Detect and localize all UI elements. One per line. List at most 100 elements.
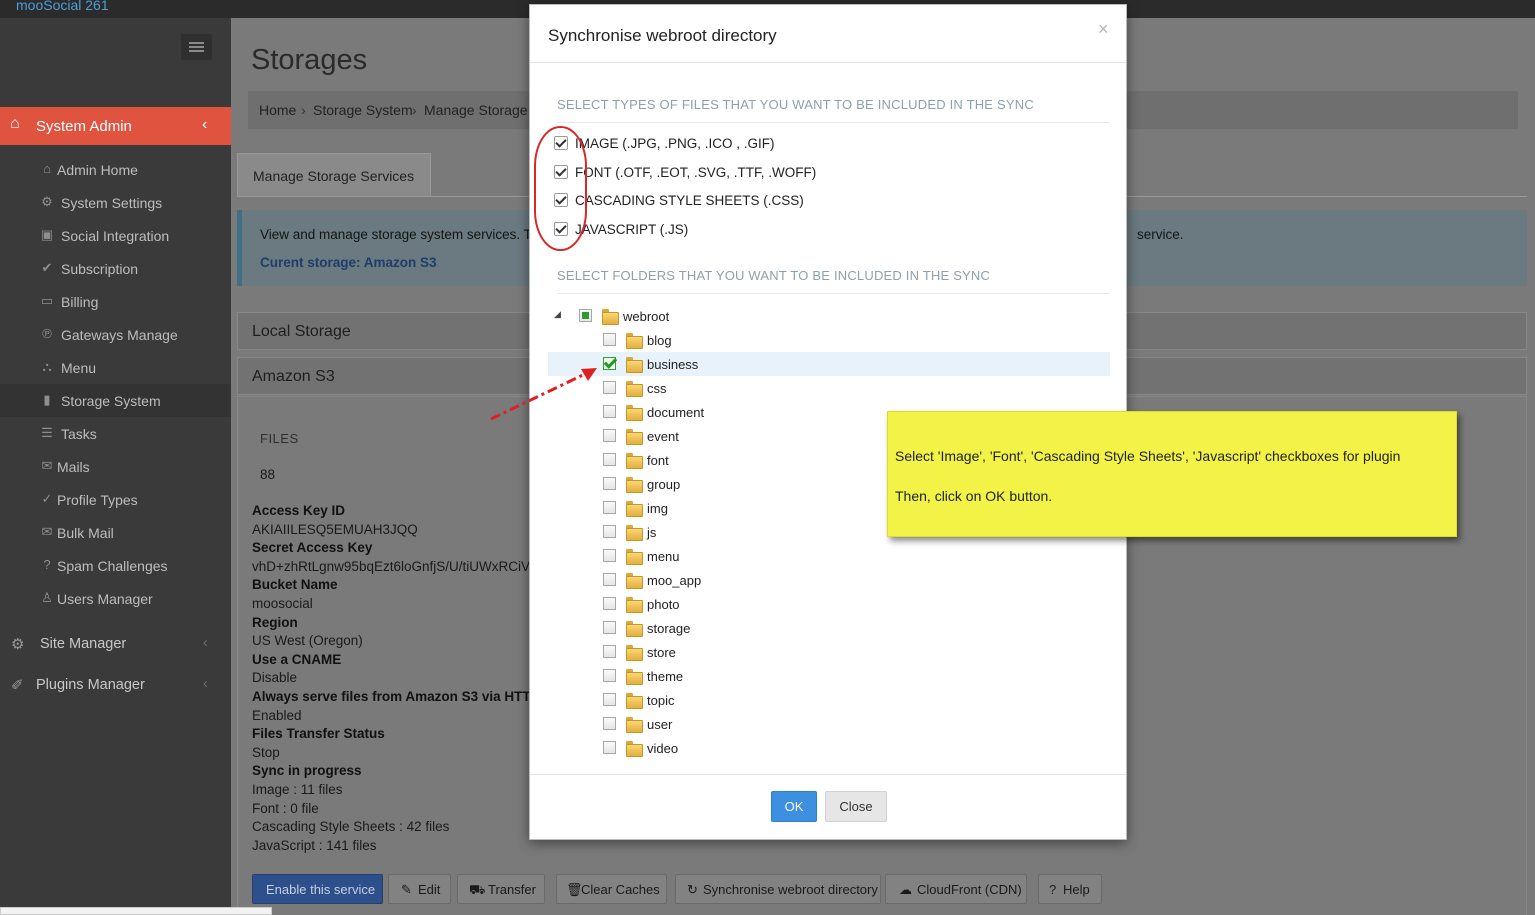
sidebar-group-system-admin[interactable]: ⌂ System Admin ‹ xyxy=(0,107,231,145)
tree-checkbox[interactable] xyxy=(603,549,616,562)
detail-value: Cascading Style Sheets : 42 files xyxy=(252,819,450,835)
folder-icon xyxy=(626,333,643,349)
section-divider xyxy=(557,293,1109,294)
detail-value: vhD+zhRtLgnw95bqEzt6loGnfjS/U/tiUWxRCiVC xyxy=(252,558,540,574)
social-icon: ▣ xyxy=(40,227,54,242)
tree-checkbox[interactable] xyxy=(603,525,616,538)
chevron-left-icon: ‹ xyxy=(203,635,208,651)
breadcrumb-separator: › xyxy=(412,102,417,118)
sidebar-item-admin-home[interactable]: ⌂ Admin Home xyxy=(0,153,231,186)
tree-node-menu[interactable]: menu xyxy=(548,544,1110,568)
chevron-left-icon: ‹ xyxy=(203,676,208,692)
tree-checkbox[interactable] xyxy=(603,429,616,442)
detail-label: Bucket Name xyxy=(252,577,338,593)
edit-button[interactable]: ✎ Edit xyxy=(388,874,451,904)
folder-icon xyxy=(626,645,643,661)
tree-checkbox[interactable] xyxy=(603,669,616,682)
sidebar-item-billing[interactable]: ▭ Billing xyxy=(0,285,231,318)
sidebar-item-profile-types[interactable]: ✓ Profile Types xyxy=(0,483,231,516)
question-circle-icon: ? xyxy=(1049,882,1057,897)
sidebar-item-subscription[interactable]: ✔ Subscription xyxy=(0,252,231,285)
tree-checkbox[interactable] xyxy=(603,741,616,754)
gear-icon: ⚙ xyxy=(41,194,53,209)
tab-manage-storage-services[interactable]: Manage Storage Services xyxy=(237,153,431,197)
sidebar-item-tasks[interactable]: ☰ Tasks xyxy=(0,417,231,450)
sidebar-group-site-manager[interactable]: ⚙ Site Manager ‹ xyxy=(0,625,231,663)
list-icon: ☰ xyxy=(41,425,53,440)
status-bar-tooltip xyxy=(0,907,272,915)
detail-value: AKIAIILESQ5EMUAH3JQQ xyxy=(252,521,418,537)
tree-node-user[interactable]: user xyxy=(548,712,1110,736)
sidebar-item-gateways-manage[interactable]: ℗ Gateways Manage xyxy=(0,318,231,351)
tree-node-store[interactable]: store xyxy=(548,640,1110,664)
sidebar-item-menu[interactable]: ⛬ Menu xyxy=(0,351,231,384)
tree-checkbox[interactable] xyxy=(603,453,616,466)
help-button[interactable]: ? Help xyxy=(1038,874,1102,904)
current-storage-label: Curent storage: Amazon S3 xyxy=(260,255,437,270)
enable-service-button[interactable]: Enable this service xyxy=(252,874,383,904)
tree-checkbox[interactable] xyxy=(603,477,616,490)
detail-value: Stop xyxy=(252,744,280,760)
tree-node-css[interactable]: css xyxy=(548,376,1110,400)
tree-checkbox[interactable] xyxy=(603,717,616,730)
tree-checkbox[interactable] xyxy=(603,645,616,658)
tree-node-moo-app[interactable]: moo_app xyxy=(548,568,1110,592)
close-button[interactable]: Close xyxy=(825,791,887,822)
menu-toggle-button[interactable] xyxy=(181,34,212,60)
tree-checkbox[interactable] xyxy=(603,621,616,634)
page-title: Storages xyxy=(251,44,368,76)
detail-value: Disable xyxy=(252,670,298,686)
folder-icon xyxy=(626,693,643,709)
folder-icon xyxy=(626,357,643,373)
tree-checkbox[interactable] xyxy=(603,597,616,610)
collapse-triangle-icon[interactable]: ◢ xyxy=(554,309,561,320)
brand-link[interactable]: mooSocial 261 xyxy=(16,0,109,13)
tree-node-theme[interactable]: theme xyxy=(548,664,1110,688)
tree-node-video[interactable]: video xyxy=(548,736,1110,760)
tree-node-photo[interactable]: photo xyxy=(548,592,1110,616)
sidebar-item-mails[interactable]: ✉ Mails xyxy=(0,450,231,483)
sidebar-item-users-manager[interactable]: ♙ Users Manager xyxy=(0,582,231,615)
breadcrumb-home[interactable]: Home xyxy=(259,102,296,118)
highlight-oval xyxy=(534,126,587,251)
tree-checkbox[interactable] xyxy=(603,501,616,514)
tree-node-topic[interactable]: topic xyxy=(548,688,1110,712)
plug-icon: ✐ xyxy=(11,677,24,694)
file-types-section-title: SELECT TYPES OF FILES THAT YOU WANT TO B… xyxy=(557,97,1034,112)
info-text-end: service. xyxy=(1137,227,1184,242)
sidebar-group-plugins-manager[interactable]: ✐ Plugins Manager ‹ xyxy=(0,666,231,704)
synchronise-webroot-button[interactable]: ↻ Synchronise webroot directory xyxy=(675,874,881,904)
tree-node-blog[interactable]: blog xyxy=(548,328,1110,352)
sidebar-item-storage-system[interactable]: ▮ Storage System xyxy=(0,384,231,417)
breadcrumb-separator: › xyxy=(301,102,306,118)
sidebar-item-bulk-mail[interactable]: ✉ Bulk Mail xyxy=(0,516,231,549)
check-icon: ✔ xyxy=(41,260,53,275)
tree-node-webroot[interactable]: ◢ webroot xyxy=(548,304,1110,328)
clear-caches-button[interactable]: 🗑 Clear Caches xyxy=(556,874,667,904)
tree-checkbox[interactable] xyxy=(603,333,616,346)
folder-icon xyxy=(626,405,643,421)
cloudfront-cdn-button[interactable]: ☁ CloudFront (CDN) xyxy=(885,874,1027,904)
tree-node-business[interactable]: business xyxy=(548,352,1110,376)
edit-icon: ✎ xyxy=(401,882,412,897)
tree-checkbox[interactable] xyxy=(603,693,616,706)
files-count: 88 xyxy=(260,467,276,482)
sidebar-item-social-integration[interactable]: ▣ Social Integration xyxy=(0,219,231,252)
folder-icon xyxy=(626,573,643,589)
detail-value: US West (Oregon) xyxy=(252,633,363,649)
tree-checkbox[interactable] xyxy=(603,573,616,586)
close-icon[interactable]: × xyxy=(1098,19,1109,40)
annotation-arrow xyxy=(490,368,597,421)
chevron-left-icon: ‹ xyxy=(202,116,208,133)
transfer-button[interactable]: ⛟ Transfer xyxy=(457,874,545,904)
ok-button[interactable]: OK xyxy=(771,791,817,822)
sidebar-item-system-settings[interactable]: ⚙ System Settings xyxy=(0,186,231,219)
sidebar-item-spam-challenges[interactable]: ? Spam Challenges xyxy=(0,549,231,582)
tree-checkbox-webroot[interactable] xyxy=(579,309,592,322)
folder-icon xyxy=(626,429,643,445)
cloud-icon: ☁ xyxy=(899,882,912,897)
tree-node-storage[interactable]: storage xyxy=(548,616,1110,640)
breadcrumb-manage-storage: Manage Storage xyxy=(424,102,528,118)
sidebar: ⌂ System Admin ‹ ⌂ Admin Home ⚙ System Sett… xyxy=(0,18,231,915)
breadcrumb-storage-system[interactable]: Storage System xyxy=(313,102,413,118)
